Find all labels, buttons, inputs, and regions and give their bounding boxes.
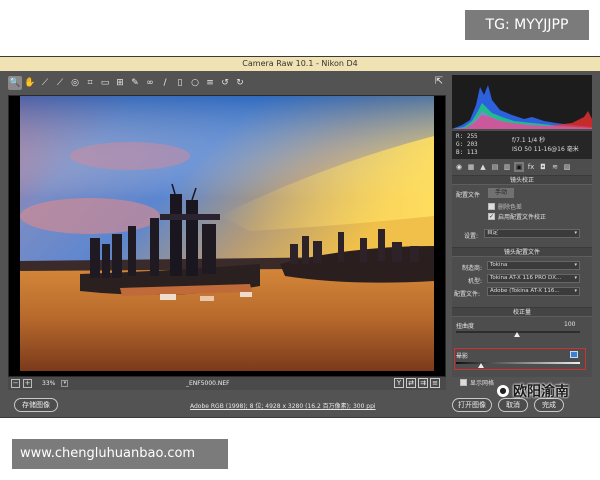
vignette-value-field[interactable]: [570, 351, 578, 358]
straighten-tool-icon[interactable]: ▭: [98, 76, 112, 90]
b-value: B: 113: [456, 149, 478, 156]
lens-corrections-header: 镜头校正: [452, 175, 592, 185]
remove-ca-label: 删除色差: [498, 204, 523, 211]
vignette-highlight-box: [454, 348, 586, 370]
watermark-text: 欧阳渝南: [513, 384, 569, 400]
status-bar: − + 33% ▾ _ENF5000.NEF Y ⇄ ⇉ ≡: [8, 377, 446, 390]
distortion-value: 100: [564, 321, 576, 328]
crop-tool-icon[interactable]: ⌗: [83, 76, 97, 90]
wechat-icon: ●: [496, 384, 510, 398]
graduated-filter-icon[interactable]: ▯: [173, 76, 187, 90]
adjustment-brush-icon[interactable]: /: [158, 76, 172, 90]
zoom-out-button[interactable]: −: [11, 379, 20, 388]
hsl-tab-icon[interactable]: ▤: [490, 162, 500, 172]
lens-profile-dropdown[interactable]: Adobe (Tokina AT-X 116... ▾: [487, 287, 580, 296]
red-eye-tool-icon[interactable]: ∞: [143, 76, 157, 90]
show-grid-label: 显示网格: [470, 380, 495, 387]
distortion-label: 扭曲度: [456, 323, 475, 330]
histogram: [452, 75, 592, 129]
lens-corrections-tab-icon[interactable]: ▣: [514, 162, 524, 172]
aperture-shutter: f/7.1 1/4 秒: [512, 137, 546, 144]
toolbar: 🔍 ✋ ⟋ ⟋ ◎ ⌗ ▭ ⊞ ✎ ∞ / ▯ ○ ≡ ↺ ↻: [8, 75, 448, 91]
save-image-button[interactable]: 存储图像: [14, 398, 58, 412]
split-toning-tab-icon[interactable]: ▥: [502, 162, 512, 172]
presets-tab-icon[interactable]: ≋: [550, 162, 560, 172]
radial-filter-icon[interactable]: ○: [188, 76, 202, 90]
enable-profile-checkbox[interactable]: ✓: [488, 213, 495, 220]
iso-focal: ISO 50 11-16@16 毫米: [512, 146, 579, 153]
rotate-cw-icon[interactable]: ↻: [233, 76, 247, 90]
model-label: 机型:: [468, 278, 483, 285]
remove-ca-checkbox[interactable]: [488, 203, 495, 210]
lens-profile-label: 配置文件:: [454, 291, 481, 298]
white-balance-tool-icon[interactable]: ⟋: [38, 76, 52, 90]
make-dropdown[interactable]: Tokina ▾: [487, 261, 580, 270]
zoom-in-button[interactable]: +: [23, 379, 32, 388]
effects-tab-icon[interactable]: fx: [526, 162, 536, 172]
targeted-adjustment-tool-icon[interactable]: ◎: [68, 76, 82, 90]
window-title: Camera Raw 10.1 - Nikon D4: [0, 57, 600, 71]
panel-tabs: ◉ ▦ ▲ ▤ ▥ ▣ fx ◘ ≋ ▨: [452, 161, 592, 173]
vignette-slider[interactable]: [456, 362, 580, 364]
lens-profile-header: 镜头配置文件: [452, 247, 592, 257]
camera-calibration-tab-icon[interactable]: ◘: [538, 162, 548, 172]
hand-tool-icon[interactable]: ✋: [23, 76, 37, 90]
setup-dropdown[interactable]: 自定 ▾: [484, 229, 580, 238]
g-value: G: 203: [456, 141, 478, 148]
snapshots-tab-icon[interactable]: ▨: [562, 162, 572, 172]
setup-label: 设置:: [464, 233, 479, 240]
vignette-slider-thumb[interactable]: [478, 363, 484, 368]
vignette-label: 晕影: [456, 353, 469, 360]
right-panel: R: 255 G: 203 B: 113 f/7.1 1/4 秒 ISO 50 …: [452, 75, 592, 377]
histogram-readout: R: 255 G: 203 B: 113 f/7.1 1/4 秒 ISO 50 …: [452, 131, 592, 159]
file-name: _ENF5000.NEF: [186, 380, 230, 387]
camera-raw-window: Camera Raw 10.1 - Nikon D4 🔍 ✋ ⟋ ⟋ ◎ ⌗ ▭ ⊞ ✎ ∞ / ▯ ○…: [0, 56, 600, 418]
photo-preview[interactable]: [20, 96, 434, 371]
before-after-toggle[interactable]: Y: [394, 378, 404, 388]
enable-profile-label: 启用配置文件校正: [498, 214, 547, 221]
rotate-ccw-icon[interactable]: ↺: [218, 76, 232, 90]
basic-tab-icon[interactable]: ◉: [454, 162, 464, 172]
workflow-options-link[interactable]: Adobe RGB (1998); 8 位; 4928 x 3280 (16.2…: [190, 401, 376, 410]
swap-before-after-button[interactable]: ⇄: [406, 378, 416, 388]
r-value: R: 255: [456, 133, 478, 140]
watermark: ● 欧阳渝南: [496, 381, 569, 401]
manual-tab[interactable]: 手动: [488, 188, 514, 198]
toggle-settings-button[interactable]: ≡: [430, 378, 440, 388]
color-sampler-tool-icon[interactable]: ⟋: [53, 76, 67, 90]
correction-amount-header: 校正量: [452, 307, 592, 317]
preferences-icon[interactable]: ≡: [203, 76, 217, 90]
distortion-slider-thumb[interactable]: [514, 332, 520, 337]
show-grid-checkbox[interactable]: [460, 379, 467, 386]
view-buttons: Y ⇄ ⇉ ≡: [394, 378, 440, 388]
transform-tool-icon[interactable]: ⊞: [113, 76, 127, 90]
detail-tab-icon[interactable]: ▲: [478, 162, 488, 172]
copy-settings-button[interactable]: ⇉: [418, 378, 428, 388]
open-image-button[interactable]: 打开图像: [452, 398, 492, 412]
zoom-tool-icon[interactable]: 🔍: [8, 76, 22, 90]
zoom-level: 33%: [42, 380, 56, 387]
tg-badge: TG: MYYJJPP: [465, 10, 589, 40]
open-preferences-icon[interactable]: ⇱: [432, 75, 446, 89]
spot-removal-tool-icon[interactable]: ✎: [128, 76, 142, 90]
profile-label: 配置文件: [456, 192, 481, 199]
url-badge: www.chengluhuanbao.com: [12, 439, 228, 469]
zoom-dropdown[interactable]: ▾: [61, 380, 69, 387]
make-label: 制造商:: [462, 265, 483, 272]
tone-curve-tab-icon[interactable]: ▦: [466, 162, 476, 172]
model-dropdown[interactable]: Tokina AT-X 116 PRO DX... ▾: [487, 274, 580, 283]
